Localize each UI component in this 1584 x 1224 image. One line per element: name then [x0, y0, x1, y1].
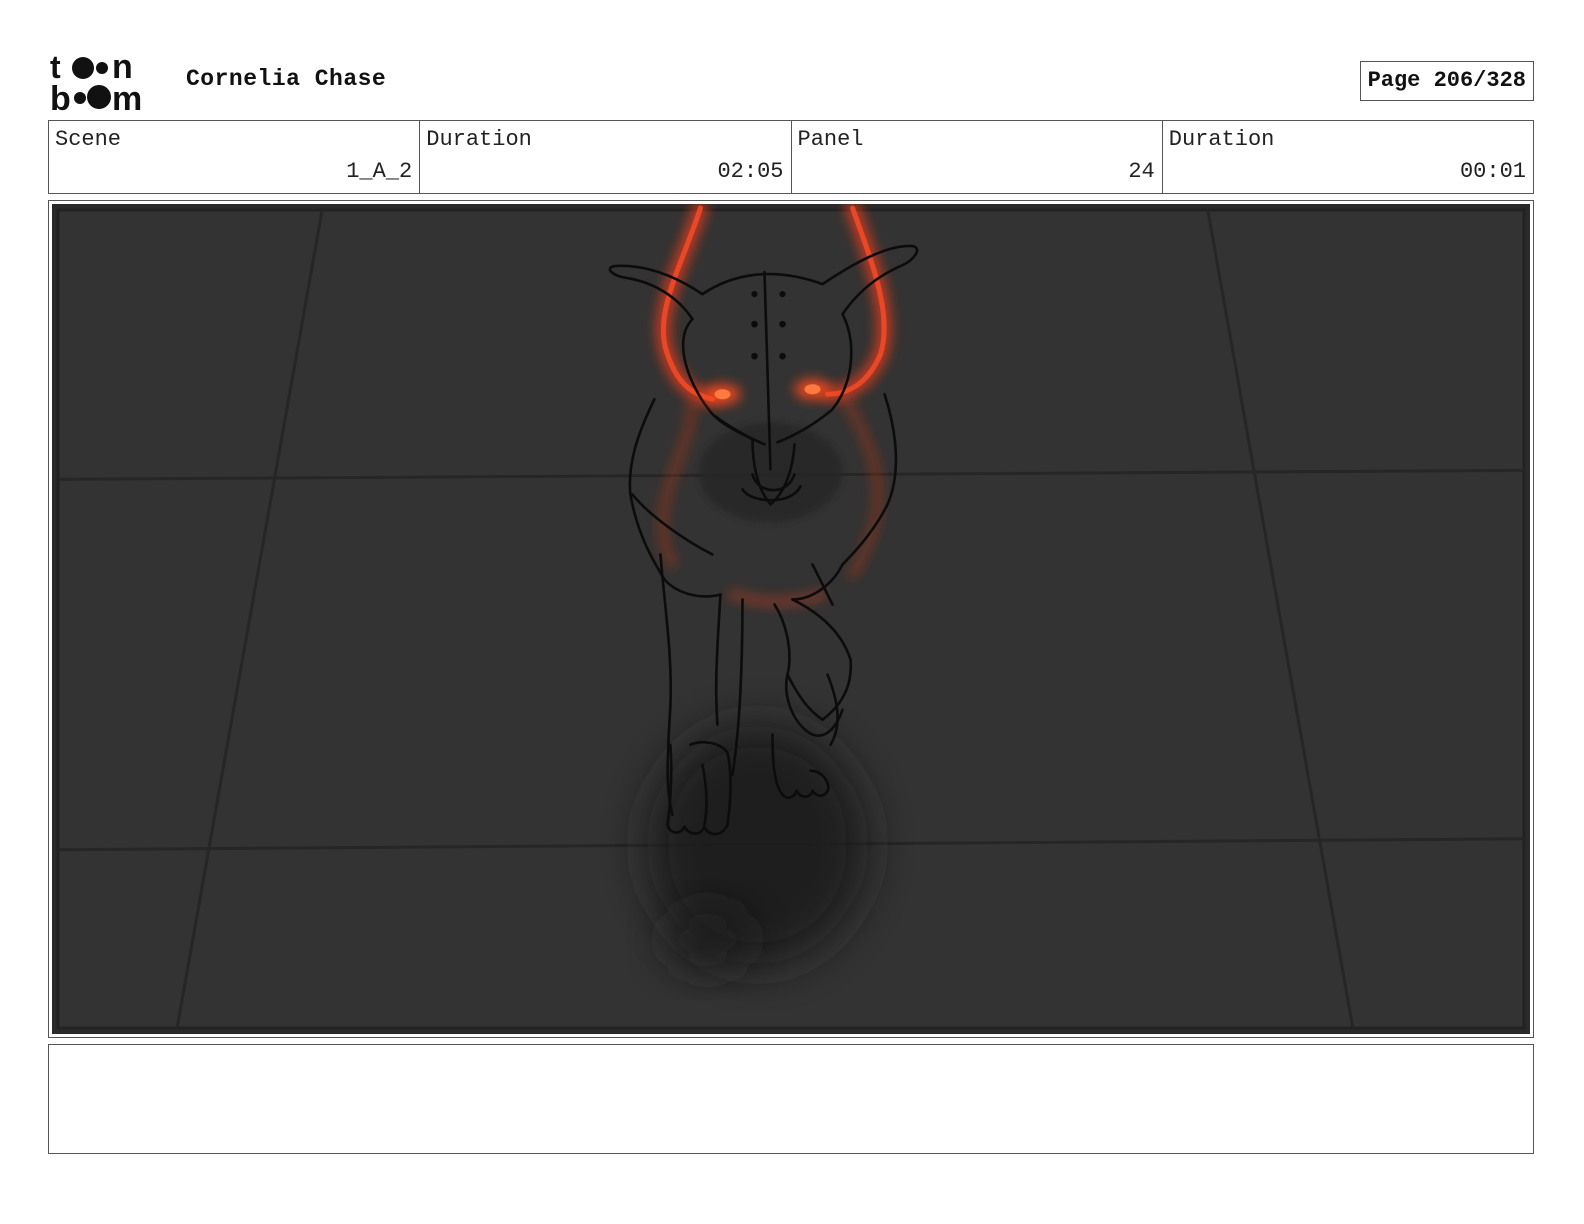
scene-value: 1_A_2	[346, 159, 413, 184]
toon-boom-logo: t n b m	[50, 48, 166, 118]
scene-duration-cell: Duration 02:05	[420, 121, 792, 193]
project-title: Cornelia Chase	[186, 66, 387, 92]
panel-value: 24	[1128, 159, 1155, 184]
panel-duration-cell: Duration 00:01	[1163, 121, 1533, 193]
scene-duration-value: 02:05	[717, 159, 784, 184]
panel-duration-label: Duration	[1168, 127, 1275, 152]
panel-notes-box	[48, 1044, 1534, 1154]
svg-text:m: m	[112, 80, 142, 112]
panel-info-table: Scene 1_A_2 Duration 02:05 Panel 24 Dura…	[48, 120, 1534, 194]
dog-sketch-image	[52, 204, 1530, 1034]
panel-duration-value: 00:01	[1459, 159, 1526, 184]
panel-label: Panel	[797, 127, 864, 152]
scene-cell: Scene 1_A_2	[49, 121, 421, 193]
panel-cell: Panel 24	[792, 121, 1163, 193]
scene-duration-label: Duration	[426, 127, 532, 152]
storyboard-panel	[48, 200, 1534, 1038]
scene-label: Scene	[55, 127, 122, 152]
page-number: Page 206/328	[1359, 61, 1534, 101]
svg-text:b: b	[50, 80, 71, 112]
